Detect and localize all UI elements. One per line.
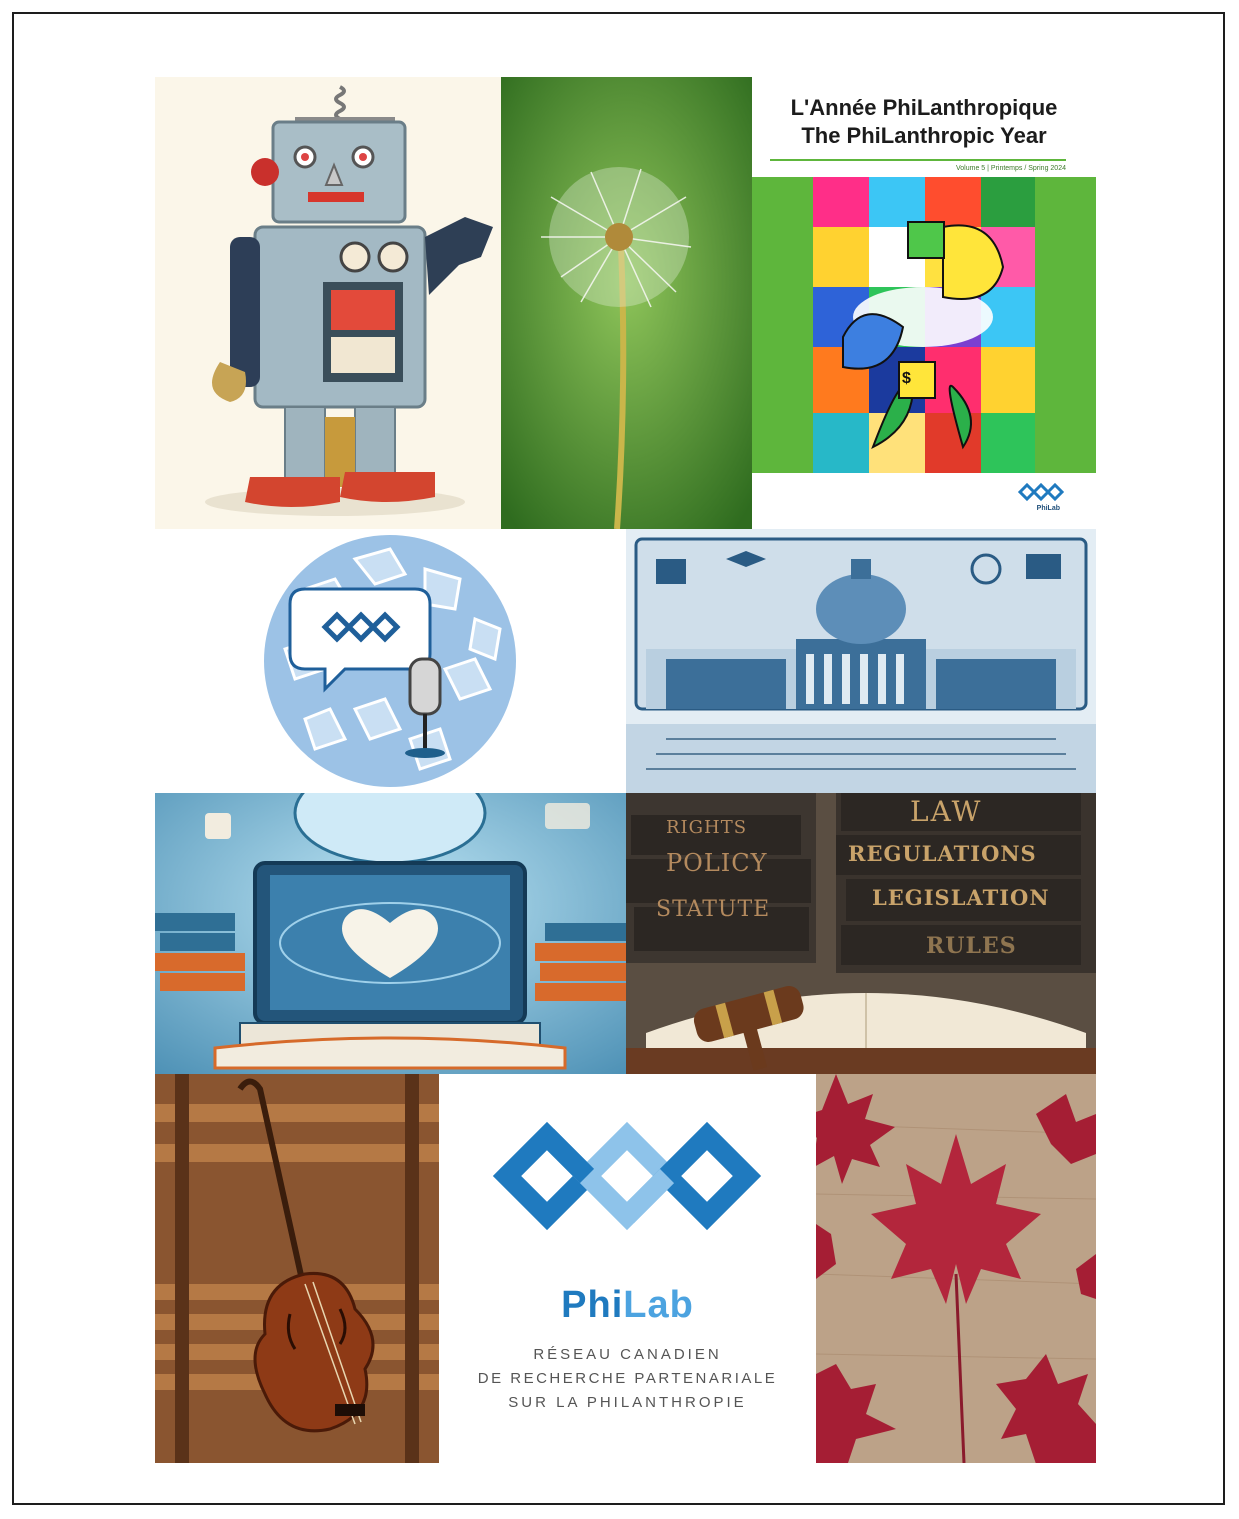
cover-artwork xyxy=(813,177,1035,473)
cover-dollar-sign: $ xyxy=(902,370,911,387)
maple-leaves-image xyxy=(816,1074,1096,1463)
magazine-cover: L'Année PhiLanthropique The PhiLanthropi… xyxy=(752,77,1096,529)
philab-word-lab: Lab xyxy=(623,1284,694,1326)
philab-word-phi: Phi xyxy=(561,1284,624,1326)
spine-rules: RULES xyxy=(926,933,1017,959)
cover-philab-logo-icon xyxy=(1017,482,1065,502)
philab-logo-icon xyxy=(492,1121,762,1231)
cover-title-fr: L'Année PhiLanthropique xyxy=(790,95,1058,120)
spine-law: LAW xyxy=(910,795,983,828)
philab-tagline-3: SUR LA PHILANTHROPIE xyxy=(508,1394,747,1411)
spine-policy: POLICY xyxy=(666,849,768,877)
image-collage: L'Année PhiLanthropique The PhiLanthropi… xyxy=(155,77,1096,1463)
cover-logo-caption: PhiLab xyxy=(1036,505,1060,512)
cover-volume: Volume 5 | Printemps / Spring 2024 xyxy=(956,165,1066,172)
robot-image xyxy=(155,77,501,529)
law-books-image: RIGHTS POLICY STATUTE LAW REGULATIONS LE… xyxy=(626,793,1096,1074)
spine-regulations: REGULATIONS xyxy=(848,841,1037,866)
government-building-image xyxy=(626,529,1096,793)
philab-logo-panel: PhiLab RÉSEAU CANADIEN DE RECHERCHE PART… xyxy=(439,1074,816,1463)
laptop-heart-image xyxy=(155,793,626,1074)
spine-legislation: LEGISLATION xyxy=(872,885,1050,910)
violin-image xyxy=(155,1074,439,1463)
philab-tagline-2: DE RECHERCHE PARTENARIALE xyxy=(477,1370,778,1387)
dandelion-image xyxy=(501,77,752,529)
philab-tagline-1: RÉSEAU CANADIEN xyxy=(533,1346,722,1363)
cover-title-en: The PhiLanthropic Year xyxy=(801,123,1047,148)
philab-wordmark: PhiLab xyxy=(439,1284,816,1327)
podcast-mosaic-image xyxy=(155,529,626,793)
spine-rights: RIGHTS xyxy=(666,817,748,838)
spine-statute: STATUTE xyxy=(656,897,771,922)
cover-divider xyxy=(770,159,1066,161)
